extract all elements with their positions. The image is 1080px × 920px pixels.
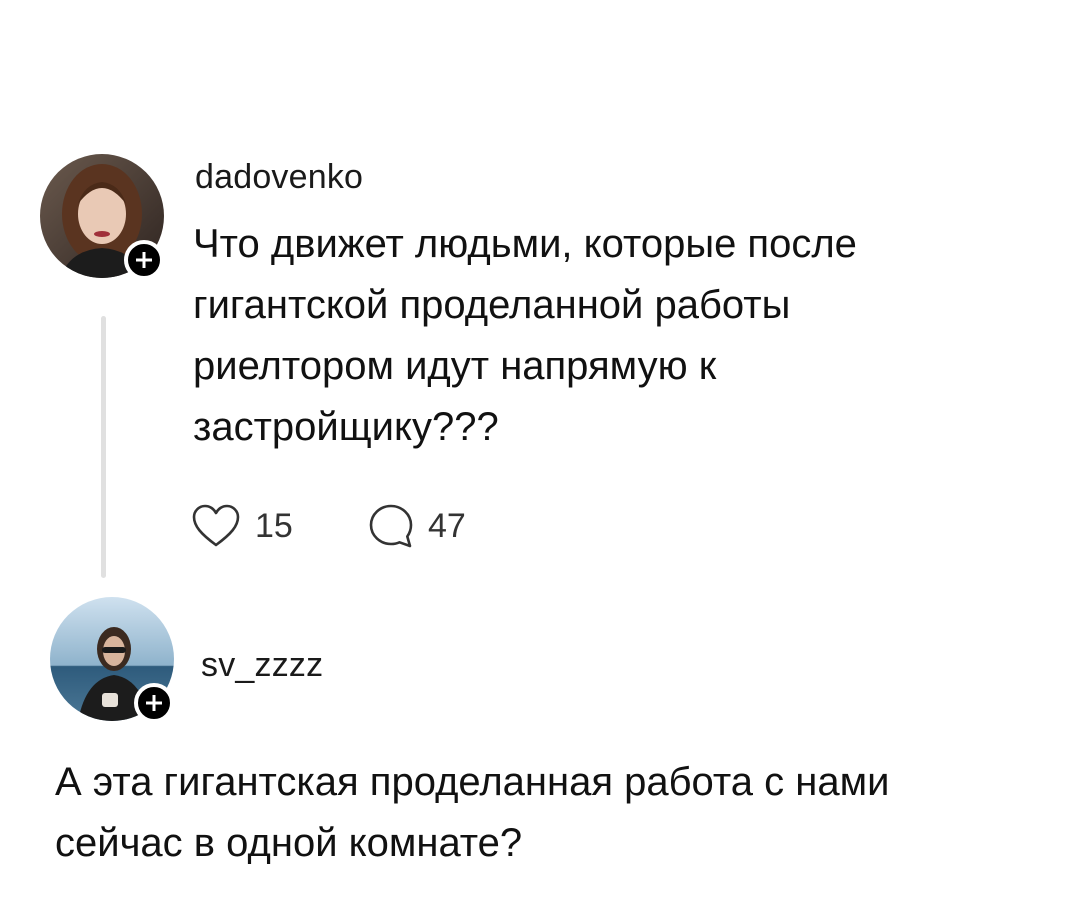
post-author-avatar-wrap[interactable]	[40, 154, 164, 280]
post-text-line: Что движет людьми, которые после	[193, 222, 857, 266]
post-text-line: гигантской проделанной работы	[193, 283, 791, 327]
reply-text-line: сейчас в одной комнате?	[55, 821, 523, 865]
follow-button[interactable]	[134, 683, 174, 723]
post-text-line: риелтором идут напрямую к	[193, 344, 717, 388]
reply-button[interactable]: 47	[368, 503, 466, 549]
reply-author-username[interactable]: sv_zzzz	[201, 646, 323, 685]
reply-count: 47	[428, 506, 466, 545]
plus-icon	[136, 252, 152, 268]
post-author-username[interactable]: dadovenko	[195, 158, 363, 197]
follow-button[interactable]	[124, 240, 164, 280]
plus-icon	[146, 695, 162, 711]
like-button[interactable]: 15	[191, 503, 293, 549]
thread-line	[101, 316, 106, 578]
like-count: 15	[255, 506, 293, 545]
reply-text-line: А эта гигантская проделанная работа с на…	[55, 760, 890, 804]
heart-icon	[192, 504, 240, 547]
reply-author-avatar-wrap[interactable]	[50, 597, 174, 723]
comment-icon	[369, 504, 413, 548]
thread-view: dadovenko Что движет людьми, которые пос…	[0, 0, 1080, 920]
post-text-line: застройщику???	[193, 405, 499, 449]
